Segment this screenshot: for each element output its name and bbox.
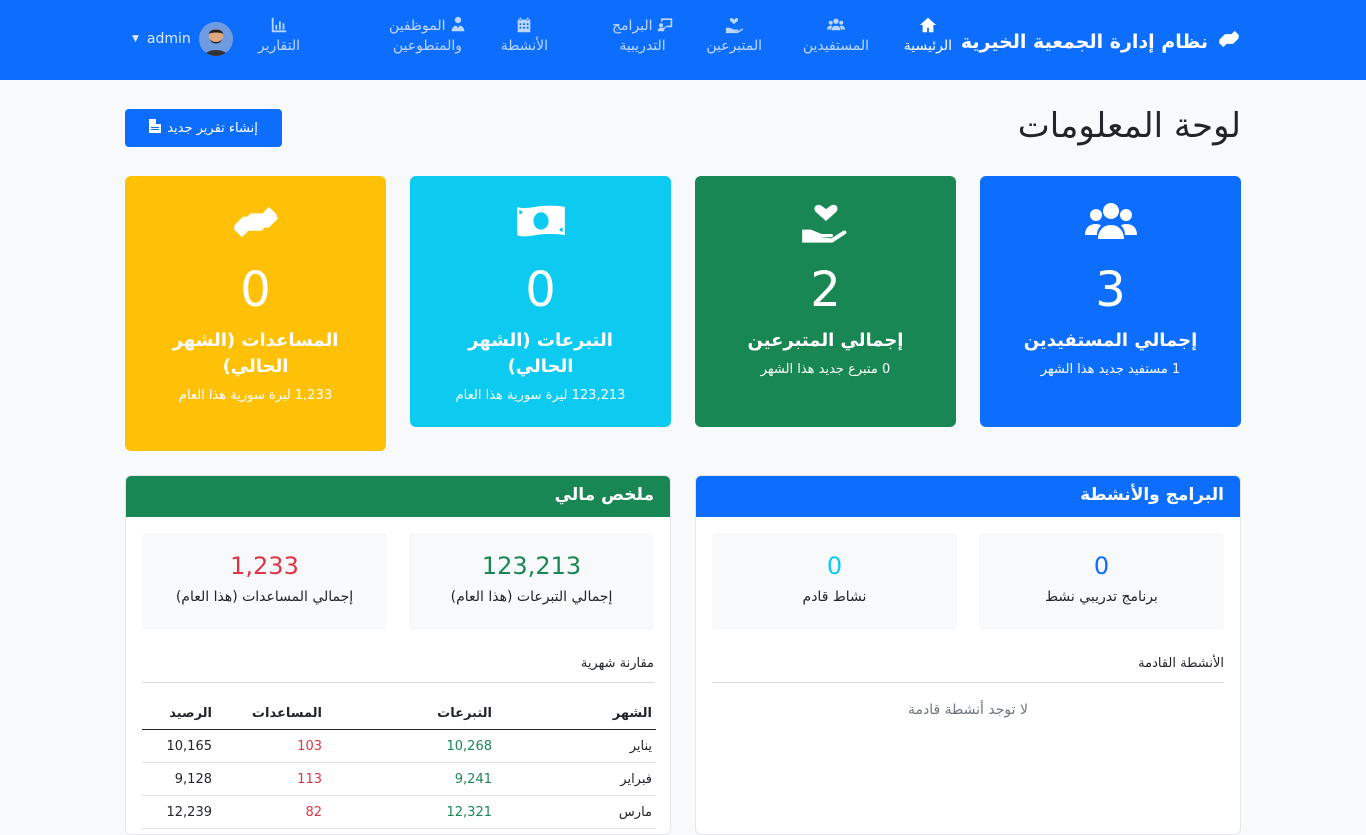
balance-cell: 9,128 (142, 762, 216, 796)
new-report-button[interactable]: إنشاء تقرير جديد (125, 109, 282, 147)
user-menu[interactable]: ▼ admin (132, 22, 233, 56)
hands-helping-icon (1216, 26, 1242, 57)
column-header: المساعدات (216, 698, 326, 730)
stat-value: 2 (810, 262, 841, 318)
nav-programs-label-1: البرامج (612, 18, 673, 34)
stat-value: 0 (240, 262, 271, 318)
upcoming-activities-value: 0 (826, 552, 843, 580)
nav-programs-label-2: التدريبية (619, 38, 666, 54)
column-header: الشهر (496, 698, 656, 730)
total-donations-label: إجمالي التبرعات (هذا العام) (450, 589, 613, 605)
active-programs-label: برنامج تدريبي نشط (1045, 589, 1158, 605)
monthly-comparison-table: الشهر التبرعات المساعدات الرصيد يناير 10… (142, 698, 656, 829)
stat-label: التبرعات (الشهر الحالي) (468, 330, 613, 377)
divider (142, 682, 654, 683)
hand-holding-heart-icon (706, 16, 762, 36)
nav-staff-label-1: الموظفين (389, 16, 466, 34)
stat-value: 3 (1095, 262, 1126, 318)
brand-title: نظام إدارة الجمعية الخيرية (960, 30, 1208, 53)
stat-card-beneficiaries: 3 إجمالي المستفيدين 1 مستفيد جديد هذا ال… (980, 176, 1241, 427)
brand[interactable]: نظام إدارة الجمعية الخيرية (961, 26, 1242, 57)
users-icon (980, 198, 1241, 244)
monthly-comparison-heading: مقارنة شهرية (580, 656, 654, 671)
nav-reports-label: التقارير (257, 38, 300, 54)
table-row: فبراير 9,241 113 9,128 (142, 762, 656, 796)
total-aid-box: 1,233 إجمالي المساعدات (هذا العام) (142, 533, 387, 630)
finance-panel: ملخص مالي 123,213 إجمالي التبرعات (هذا ا… (125, 475, 671, 835)
users-icon (803, 16, 869, 36)
table-row: يناير 10,268 103 10,165 (142, 729, 656, 763)
stat-card-donations: 0 التبرعات (الشهر الحالي) 123,213 ليرة س… (410, 176, 671, 427)
nav-home[interactable]: الرئيسية (904, 16, 952, 56)
programs-panel: البرامج والأنشطة 0 برنامج تدريبي نشط 0 ن… (695, 475, 1241, 835)
user-tie-icon (450, 16, 466, 34)
chalkboard-teacher-icon (657, 18, 673, 34)
nav-staff-label-2: والمتطوعين (392, 38, 463, 54)
balance-cell: 12,239 (142, 795, 216, 829)
calendar-icon (501, 16, 548, 36)
stat-value: 0 (525, 262, 556, 318)
month-cell: يناير (496, 729, 656, 763)
nav-staff[interactable]: الموظفين والمتطوعين (389, 16, 466, 56)
home-icon (904, 16, 952, 36)
donations-cell: 12,321 (326, 795, 496, 829)
column-header: التبرعات (326, 698, 496, 730)
balance-cell: 10,165 (142, 729, 216, 763)
nav-programs[interactable]: البرامج التدريبية (612, 16, 673, 56)
file-icon (149, 119, 162, 137)
nav-activities[interactable]: الأنشطة (501, 16, 548, 56)
nav-activities-label: الأنشطة (500, 38, 548, 54)
nav-reports[interactable]: التقارير (258, 16, 300, 56)
nav-beneficiaries[interactable]: المستفيدين (803, 16, 869, 56)
money-bill-icon (410, 198, 671, 244)
stat-sub: 123,213 ليرة سورية هذا العام (455, 388, 626, 403)
nav-donors[interactable]: المتبرعين (706, 16, 762, 56)
stat-label: إجمالي المتبرعين (747, 330, 904, 351)
table-header-row: الشهر التبرعات المساعدات الرصيد (142, 698, 656, 730)
upcoming-activities-box: 0 نشاط قادم (712, 533, 957, 630)
donations-cell: 10,268 (326, 729, 496, 763)
page-title: لوحة المعلومات (1017, 106, 1241, 146)
stat-label: إجمالي المستفيدين (1023, 330, 1198, 351)
hands-helping-icon (125, 198, 386, 244)
aid-cell: 82 (216, 795, 326, 829)
donations-cell: 9,241 (326, 762, 496, 796)
month-cell: مارس (496, 795, 656, 829)
nav-donors-label: المتبرعين (706, 38, 762, 54)
divider (712, 682, 1224, 683)
upcoming-activities-heading: الأنشطة القادمة (1138, 656, 1224, 671)
aid-cell: 103 (216, 729, 326, 763)
active-programs-box: 0 برنامج تدريبي نشط (979, 533, 1224, 630)
month-cell: فبراير (496, 762, 656, 796)
table-row: مارس 12,321 82 12,239 (142, 795, 656, 829)
total-aid-value: 1,233 (230, 552, 299, 580)
caret-down-icon: ▼ (132, 34, 139, 44)
top-navbar: نظام إدارة الجمعية الخيرية الرئيسية المس… (0, 0, 1366, 80)
stat-sub: 0 متبرع جديد هذا الشهر (760, 362, 891, 377)
username: admin (146, 31, 191, 47)
stat-card-aid: 0 المساعدات (الشهر الحالي) 1,233 ليرة سو… (125, 176, 386, 451)
avatar (198, 22, 233, 56)
total-donations-box: 123,213 إجمالي التبرعات (هذا العام) (409, 533, 654, 630)
empty-activities-message: لا توجد أنشطة قادمة (908, 702, 1028, 718)
stat-sub: 1 مستفيد جديد هذا الشهر (1040, 362, 1181, 377)
new-report-label: إنشاء تقرير جديد (167, 120, 258, 136)
total-donations-value: 123,213 (481, 552, 582, 580)
hand-holding-heart-icon (695, 198, 956, 244)
aid-cell: 113 (216, 762, 326, 796)
column-header: الرصيد (142, 698, 216, 730)
active-programs-value: 0 (1093, 552, 1110, 580)
stat-label: المساعدات (الشهر الحالي) (172, 330, 339, 377)
chart-bar-icon (258, 16, 300, 36)
programs-panel-title: البرامج والأنشطة (696, 476, 1240, 517)
nav-beneficiaries-label: المستفيدين (802, 38, 869, 54)
nav-home-label: الرئيسية (903, 38, 952, 54)
stat-sub: 1,233 ليرة سورية هذا العام (178, 388, 333, 403)
upcoming-activities-label: نشاط قادم (802, 589, 867, 605)
stat-card-donors: 2 إجمالي المتبرعين 0 متبرع جديد هذا الشه… (695, 176, 956, 427)
total-aid-label: إجمالي المساعدات (هذا العام) (175, 589, 354, 605)
finance-panel-title: ملخص مالي (126, 476, 670, 517)
